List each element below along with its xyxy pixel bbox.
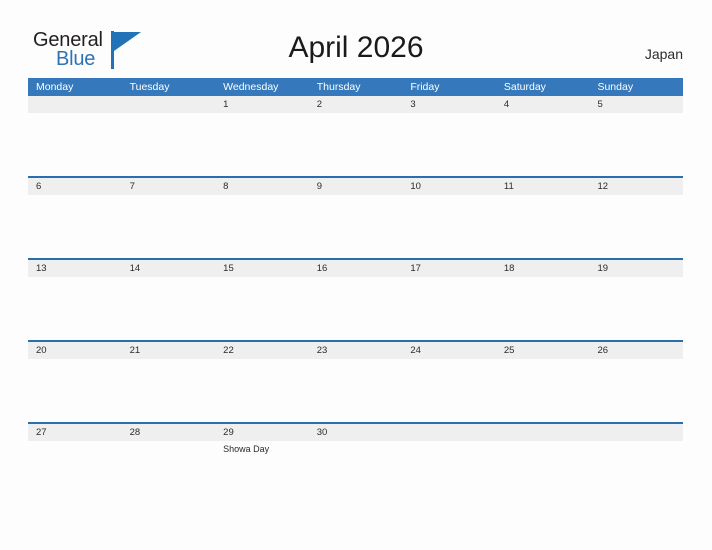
day-cell[interactable] (402, 195, 496, 258)
day-number[interactable] (496, 424, 590, 441)
day-number[interactable]: 9 (309, 178, 403, 195)
day-number[interactable]: 18 (496, 260, 590, 277)
weekday-header-wednesday: Wednesday (223, 81, 279, 93)
week-date-band: 6 7 8 9 10 11 12 (28, 178, 683, 195)
weekday-header-saturday: Saturday (503, 81, 546, 93)
country-label: Japan (644, 46, 683, 62)
week-date-band: 20 21 22 23 24 25 26 (28, 342, 683, 359)
week-body-band (28, 113, 683, 176)
day-cell[interactable]: Showa Day (215, 441, 309, 504)
weekday-header-thursday: Thursday (316, 81, 361, 93)
day-cell[interactable] (496, 113, 590, 176)
day-cell[interactable] (122, 195, 216, 258)
day-number[interactable]: 6 (28, 178, 122, 195)
day-number[interactable]: 25 (496, 342, 590, 359)
calendar-week-row: 13 14 15 16 17 18 19 (28, 258, 683, 340)
day-cell[interactable] (28, 359, 122, 422)
calendar-grid: Monday Tuesday Wednesday Thursday Friday… (28, 78, 683, 504)
day-cell[interactable] (122, 359, 216, 422)
day-cell[interactable] (589, 359, 683, 422)
week-body-band (28, 277, 683, 340)
day-number[interactable]: 13 (28, 260, 122, 277)
week-body-band (28, 359, 683, 422)
day-cell[interactable] (122, 113, 216, 176)
day-cell[interactable] (28, 113, 122, 176)
day-number[interactable]: 8 (215, 178, 309, 195)
day-number[interactable]: 26 (589, 342, 683, 359)
day-cell[interactable] (496, 359, 590, 422)
day-number[interactable]: 29 (215, 424, 309, 441)
day-cell[interactable] (589, 441, 683, 504)
calendar-week-row: 1 2 3 4 5 (28, 96, 683, 176)
day-number[interactable]: 20 (28, 342, 122, 359)
day-cell[interactable] (28, 195, 122, 258)
day-cell[interactable] (215, 277, 309, 340)
day-cell[interactable] (215, 195, 309, 258)
day-number[interactable] (589, 424, 683, 441)
day-cell[interactable] (402, 441, 496, 504)
day-cell[interactable] (309, 441, 403, 504)
day-cell[interactable] (309, 113, 403, 176)
day-number[interactable]: 14 (122, 260, 216, 277)
week-date-band: 1 2 3 4 5 (28, 96, 683, 113)
day-cell[interactable] (402, 277, 496, 340)
week-body-band: Showa Day (28, 441, 683, 504)
day-cell[interactable] (215, 113, 309, 176)
day-cell[interactable] (309, 359, 403, 422)
weekday-header-row: Monday Tuesday Wednesday Thursday Friday… (28, 78, 683, 96)
day-number[interactable] (122, 96, 216, 113)
page-title: April 2026 (288, 31, 424, 64)
day-number[interactable]: 10 (402, 178, 496, 195)
day-number[interactable]: 7 (122, 178, 216, 195)
day-number[interactable]: 1 (215, 96, 309, 113)
day-cell[interactable] (496, 195, 590, 258)
day-cell[interactable] (496, 441, 590, 504)
day-number[interactable]: 4 (496, 96, 590, 113)
day-cell[interactable] (589, 113, 683, 176)
day-number[interactable]: 15 (215, 260, 309, 277)
day-number[interactable]: 2 (309, 96, 403, 113)
day-cell[interactable] (309, 277, 403, 340)
calendar-week-row: 20 21 22 23 24 25 26 (28, 340, 683, 422)
day-number[interactable] (28, 96, 122, 113)
calendar-page: General Blue April 2026 Japan Monday Tue… (0, 0, 712, 550)
day-cell[interactable] (402, 113, 496, 176)
day-cell[interactable] (215, 359, 309, 422)
day-number[interactable]: 17 (402, 260, 496, 277)
day-cell[interactable] (496, 277, 590, 340)
day-cell[interactable] (309, 195, 403, 258)
calendar-week-row: 27 28 29 30 Showa Day (28, 422, 683, 504)
weekday-header-friday: Friday (410, 81, 440, 93)
day-cell[interactable] (589, 195, 683, 258)
week-date-band: 13 14 15 16 17 18 19 (28, 260, 683, 277)
day-number[interactable]: 21 (122, 342, 216, 359)
day-number[interactable]: 28 (122, 424, 216, 441)
weekday-header-sunday: Sunday (597, 81, 634, 93)
day-number[interactable]: 19 (589, 260, 683, 277)
day-cell[interactable] (122, 441, 216, 504)
day-number[interactable]: 22 (215, 342, 309, 359)
day-number[interactable]: 24 (402, 342, 496, 359)
day-number[interactable]: 23 (309, 342, 403, 359)
day-cell[interactable] (589, 277, 683, 340)
weekday-header-tuesday: Tuesday (129, 81, 170, 93)
day-number[interactable]: 16 (309, 260, 403, 277)
calendar-week-row: 6 7 8 9 10 11 12 (28, 176, 683, 258)
day-number[interactable]: 3 (402, 96, 496, 113)
day-cell[interactable] (122, 277, 216, 340)
day-number[interactable]: 11 (496, 178, 590, 195)
day-cell[interactable] (28, 441, 122, 504)
page-header: General Blue April 2026 Japan (0, 0, 712, 78)
day-cell[interactable] (402, 359, 496, 422)
day-number[interactable] (402, 424, 496, 441)
day-cell[interactable] (28, 277, 122, 340)
day-number[interactable]: 5 (589, 96, 683, 113)
day-number[interactable]: 30 (309, 424, 403, 441)
weekday-header-monday: Monday (36, 81, 74, 93)
day-number[interactable]: 27 (28, 424, 122, 441)
week-date-band: 27 28 29 30 (28, 424, 683, 441)
day-number[interactable]: 12 (589, 178, 683, 195)
holiday-event-showa-day: Showa Day (223, 444, 270, 454)
week-body-band (28, 195, 683, 258)
